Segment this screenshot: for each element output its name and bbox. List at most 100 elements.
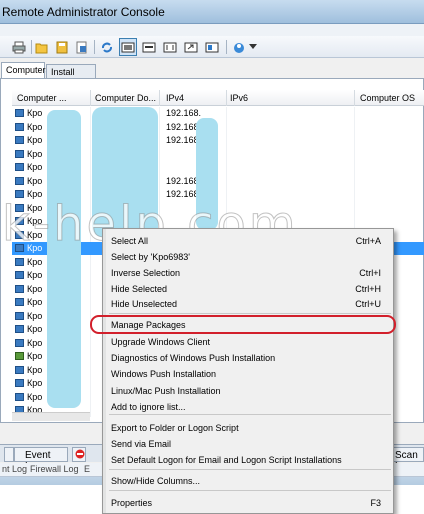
computer-name-cell: Кро bbox=[27, 310, 43, 321]
computer-icon bbox=[15, 122, 24, 131]
menu-item-export-to-folder-or-logon-script[interactable]: Export to Folder or Logon Script bbox=[111, 421, 391, 436]
folder-open-icon[interactable] bbox=[33, 38, 51, 56]
view-client-icon[interactable] bbox=[119, 38, 137, 56]
tab-event-log[interactable]: Event Log bbox=[14, 447, 68, 472]
menu-item-add-to-ignore-list[interactable]: Add to ignore list... bbox=[111, 400, 391, 415]
menu-separator bbox=[109, 414, 391, 415]
tab-firewall-log[interactable]: Firewall Log bbox=[30, 464, 79, 474]
menu-item-label: Diagnostics of Windows Push Installation bbox=[111, 353, 276, 363]
computer-name-cell: Кро bbox=[27, 378, 43, 388]
computer-icon bbox=[15, 352, 24, 360]
computer-name-cell: Кро bbox=[27, 162, 43, 172]
grid-header: Computer ... Computer Do... IPv4 IPv6 Co… bbox=[12, 90, 424, 106]
menu-item-label: Add to ignore list... bbox=[111, 402, 186, 412]
computer-icon bbox=[15, 338, 24, 347]
highlight-ring bbox=[90, 315, 396, 334]
menu-item-properties[interactable]: Properties F3 bbox=[111, 496, 391, 511]
menu-item-shortcut: Ctrl+U bbox=[355, 299, 381, 309]
menu-item-label: Hide Unselected bbox=[111, 299, 178, 309]
menu-item-upgrade-windows-client[interactable]: Upgrade Windows Client bbox=[111, 335, 391, 350]
menu-item-diagnostics-of-windows-push-installation[interactable]: Diagnostics of Windows Push Installation bbox=[111, 351, 391, 366]
computer-icon bbox=[15, 163, 24, 171]
computer-icon bbox=[15, 311, 24, 320]
menu-item-hide-unselected[interactable]: Hide Unselected Ctrl+U bbox=[111, 297, 391, 312]
refresh-icon[interactable] bbox=[98, 38, 116, 56]
export-icon[interactable] bbox=[73, 38, 91, 56]
menu-item-select-all[interactable]: Select All Ctrl+A bbox=[111, 234, 391, 249]
menu-item-label: Properties bbox=[111, 498, 153, 508]
menu-separator bbox=[109, 490, 391, 491]
navigate-icon[interactable] bbox=[182, 38, 200, 56]
computer-name-cell: Кро bbox=[27, 283, 43, 294]
menu-item-windows-push-installation[interactable]: Windows Push Installation bbox=[111, 367, 391, 382]
column-ipv6[interactable]: IPv6 bbox=[230, 93, 248, 103]
title-bar: Remote Administrator Console bbox=[0, 0, 424, 24]
computer-name-cell: Кро bbox=[27, 108, 43, 118]
tab-computers[interactable]: Computers bbox=[1, 62, 50, 79]
column-computer-name[interactable]: Computer ... bbox=[17, 93, 67, 103]
computer-icon bbox=[15, 379, 24, 387]
computer-name-cell: Кро bbox=[27, 148, 43, 159]
computer-name-cell: Кро bbox=[27, 351, 43, 361]
window-title: Remote Administrator Console bbox=[2, 5, 165, 19]
menu-separator bbox=[109, 469, 391, 470]
column-ipv4[interactable]: IPv4 bbox=[166, 93, 184, 103]
computer-icon bbox=[15, 365, 24, 374]
menu-item-label: Inverse Selection bbox=[111, 268, 181, 278]
horizontal-scrollbar[interactable] bbox=[12, 412, 90, 421]
computer-name-cell: Кро bbox=[27, 135, 43, 145]
menu-bar bbox=[0, 24, 424, 36]
menu-item-send-via-email[interactable]: Send via Email bbox=[111, 437, 391, 452]
menu-item-shortcut: Ctrl+H bbox=[355, 284, 381, 294]
column-computer-os[interactable]: Computer OS bbox=[360, 93, 415, 103]
tab-other-log[interactable]: E bbox=[84, 464, 90, 474]
tab-strip: Computers Install Tasks bbox=[0, 62, 424, 87]
menu-separator bbox=[109, 313, 391, 314]
menu-item-linux-mac-push-installation[interactable]: Linux/Mac Push Installation bbox=[111, 384, 391, 399]
menu-item-label: Hide Selected bbox=[111, 284, 168, 294]
computer-name-cell: Кро bbox=[27, 324, 43, 334]
menu-item-label: Set Default Logon for Email and Logon Sc… bbox=[111, 455, 342, 465]
chevron-down-icon[interactable] bbox=[247, 38, 259, 56]
menu-item-select-by-kpo6983[interactable]: Select by 'Kpo6983' bbox=[111, 250, 391, 265]
computer-icon bbox=[15, 257, 24, 266]
menu-item-label: Send via Email bbox=[111, 439, 172, 449]
computer-name-cell: Кро bbox=[27, 297, 43, 307]
toolbar bbox=[0, 36, 424, 58]
save-icon[interactable] bbox=[53, 38, 71, 56]
menu-item-inverse-selection[interactable]: Inverse Selection Ctrl+I bbox=[111, 266, 391, 281]
menu-item-label: Show/Hide Columns... bbox=[111, 476, 201, 486]
menu-item-label: Export to Folder or Logon Script bbox=[111, 423, 239, 433]
view-columns-icon[interactable] bbox=[161, 38, 179, 56]
computer-icon bbox=[15, 149, 24, 158]
computer-name-cell: Кро bbox=[27, 175, 43, 186]
redaction-mark bbox=[47, 110, 81, 408]
computer-icon bbox=[15, 271, 24, 279]
ipv4-cell: 192.168. bbox=[166, 108, 202, 118]
menu-item-label: Windows Push Installation bbox=[111, 369, 217, 379]
computer-icon bbox=[15, 298, 24, 306]
menu-item-label: Select by 'Kpo6983' bbox=[111, 252, 190, 262]
menu-item-show-hide-columns[interactable]: Show/Hide Columns... bbox=[111, 474, 391, 489]
tab-left-edge[interactable] bbox=[4, 447, 14, 462]
computer-icon bbox=[15, 392, 24, 401]
stop-icon[interactable] bbox=[72, 447, 86, 462]
column-computer-domain[interactable]: Computer Do... bbox=[95, 93, 156, 103]
computer-name-cell: Кро bbox=[27, 337, 43, 348]
view-list-icon[interactable] bbox=[140, 38, 158, 56]
menu-item-label: Upgrade Windows Client bbox=[111, 337, 211, 347]
view-details-icon[interactable] bbox=[203, 38, 221, 56]
computer-name-cell: Кро bbox=[27, 256, 43, 267]
computer-name-cell: Кро bbox=[27, 270, 43, 280]
tab-scan-log[interactable]: Scan Lo bbox=[390, 447, 424, 472]
menu-item-set-default-logon-for-email-and-logon-script-installations[interactable]: Set Default Logon for Email and Logon Sc… bbox=[111, 453, 391, 468]
menu-item-shortcut: Ctrl+I bbox=[359, 268, 381, 278]
print-icon[interactable] bbox=[10, 38, 28, 56]
menu-item-label: Linux/Mac Push Installation bbox=[111, 386, 221, 396]
tab-event-log-sub[interactable]: nt Log bbox=[2, 464, 27, 474]
network-icon[interactable] bbox=[230, 38, 248, 56]
computer-name-cell: Кро bbox=[27, 364, 43, 375]
tab-install-tasks[interactable]: Install Tasks bbox=[46, 64, 96, 87]
computer-icon bbox=[15, 284, 24, 293]
menu-item-hide-selected[interactable]: Hide Selected Ctrl+H bbox=[111, 282, 391, 297]
